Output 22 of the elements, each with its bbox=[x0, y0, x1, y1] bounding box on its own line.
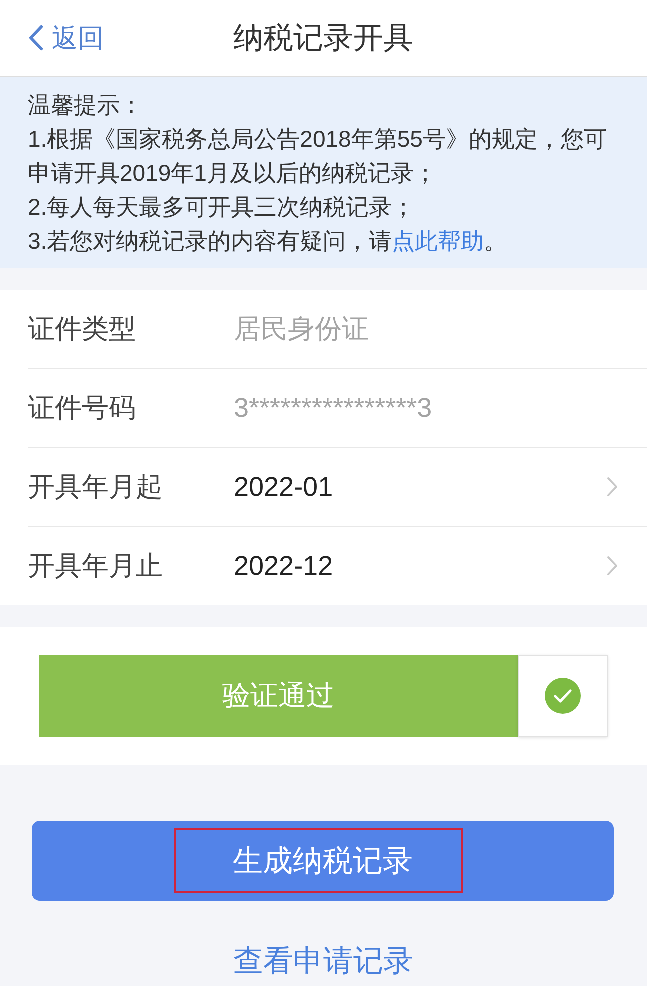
notice-text: 3.若您对纳税记录的内容有疑问，请点此帮助。 bbox=[28, 227, 508, 256]
notice-text: 2.每人每天最多可开具三次纳税记录； bbox=[28, 193, 416, 222]
verification-bar: 验证通过 bbox=[39, 655, 518, 737]
month-picker[interactable]: 2022-12 bbox=[234, 550, 334, 582]
field-label: 开具年月起 bbox=[28, 471, 164, 504]
view-history-link[interactable]: 查看申请记录 bbox=[234, 944, 414, 980]
generate-record-button[interactable]: 生成纳税记录 bbox=[32, 821, 614, 901]
field-value: 3****************3 bbox=[234, 392, 432, 424]
help-link[interactable]: 点此帮助 bbox=[392, 228, 484, 254]
month-picker[interactable]: 2022-01 bbox=[234, 472, 334, 502]
page-title: 纳税记录开具 bbox=[234, 20, 414, 56]
notice-text: 1.根据《国家税务总局公告2018年第55号》的规定，您可申请开具2019年1月及以后的纳税记录； bbox=[28, 125, 608, 188]
notice-title: 温馨提示： bbox=[28, 91, 143, 120]
chevron-right-icon[interactable] bbox=[607, 477, 618, 497]
field-label: 开具年月止 bbox=[28, 550, 164, 583]
field-label: 证件号码 bbox=[28, 392, 137, 425]
chevron-right-icon[interactable] bbox=[607, 556, 618, 576]
check-circle-icon bbox=[545, 678, 581, 714]
chevron-left-icon[interactable] bbox=[28, 25, 44, 51]
field-value: 居民身份证 bbox=[234, 313, 369, 346]
back-button[interactable]: 返回 bbox=[24, 14, 108, 62]
field-label: 证件类型 bbox=[28, 313, 137, 346]
